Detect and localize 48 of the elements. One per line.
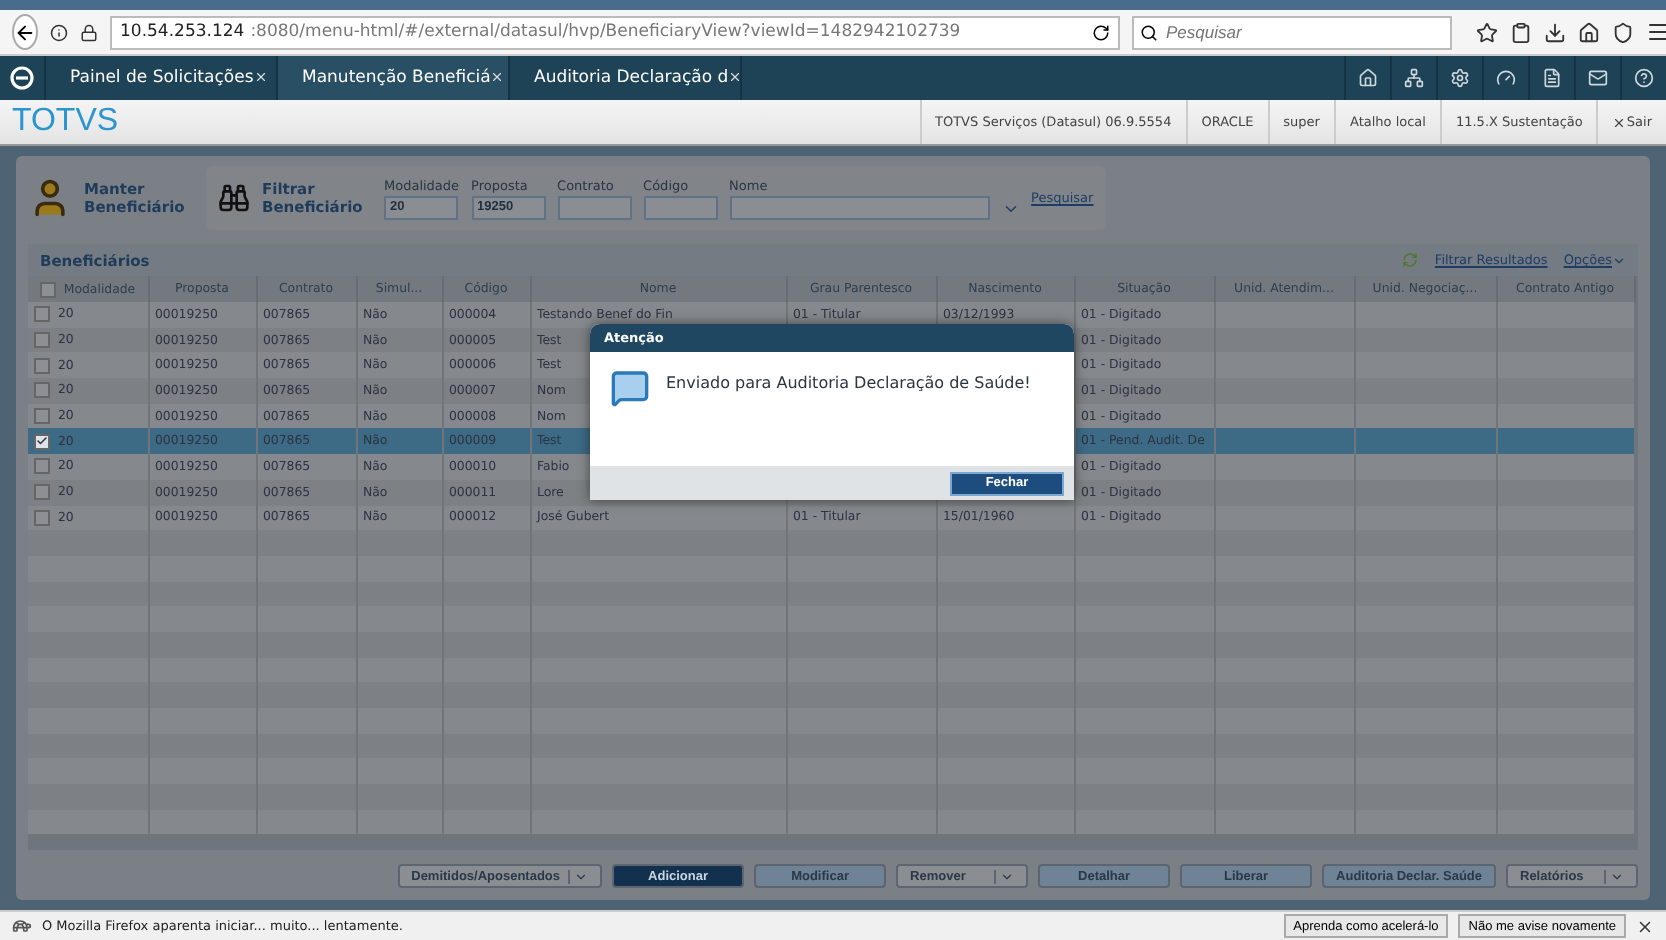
close-icon [1612, 115, 1627, 129]
brand-title: TOTVS [10, 104, 121, 140]
row-checkbox[interactable] [34, 458, 50, 475]
close-icon[interactable] [1636, 917, 1654, 935]
row-checkbox[interactable] [34, 357, 50, 374]
binoculars-icon [218, 182, 250, 214]
logo-icon[interactable] [10, 66, 34, 90]
back-arrow-icon [14, 21, 36, 43]
lock-icon [80, 23, 98, 41]
address-field[interactable]: 10.54.253.124 :8080/menu-html/#/external/datasul/hvp/BeneficiaryView?viewId=1482942102739 [110, 15, 1120, 49]
close-icon[interactable] [728, 69, 743, 87]
clipboard-icon[interactable] [1510, 21, 1532, 43]
caret-icon [574, 869, 589, 883]
row-checkbox[interactable] [34, 433, 50, 450]
select-all-checkbox[interactable] [39, 281, 56, 297]
reload-icon[interactable] [1092, 23, 1110, 41]
row-checkbox[interactable] [34, 332, 50, 349]
network-icon[interactable] [1404, 68, 1424, 88]
turtle-icon [12, 916, 32, 936]
mail-icon[interactable] [1588, 68, 1608, 88]
caret-icon [1610, 869, 1624, 883]
speech-bubble-icon [610, 368, 650, 408]
menu-icon[interactable] [1646, 20, 1666, 44]
home-icon[interactable] [1578, 21, 1600, 43]
caret-icon[interactable] [1612, 253, 1626, 267]
row-checkbox[interactable] [34, 484, 50, 501]
row-checkbox[interactable] [34, 306, 50, 323]
search-field[interactable]: Pesquisar [1132, 15, 1452, 49]
row-checkbox[interactable] [34, 408, 50, 425]
app-tab[interactable]: Manutenção Beneficiá [278, 56, 510, 100]
back-button[interactable] [12, 14, 38, 50]
document-icon[interactable] [1542, 68, 1562, 88]
close-icon[interactable] [490, 69, 505, 87]
shield-icon[interactable] [1612, 21, 1634, 43]
close-icon[interactable] [253, 69, 268, 87]
filter-input[interactable] [557, 195, 632, 219]
row-checkbox[interactable] [34, 509, 50, 526]
filter-input[interactable] [643, 195, 718, 219]
gauge-icon[interactable] [1496, 68, 1516, 88]
row-checkbox[interactable] [34, 382, 50, 399]
download-icon[interactable] [1544, 21, 1566, 43]
info-icon[interactable] [50, 23, 68, 41]
dialog-message: Enviado para Auditoria Declaração de Saúde! [666, 374, 1031, 396]
help-icon[interactable] [1634, 68, 1654, 88]
caret-icon [1000, 869, 1015, 883]
star-icon[interactable] [1476, 21, 1498, 43]
settings-icon[interactable] [1450, 68, 1470, 88]
filter-input[interactable] [729, 195, 990, 219]
